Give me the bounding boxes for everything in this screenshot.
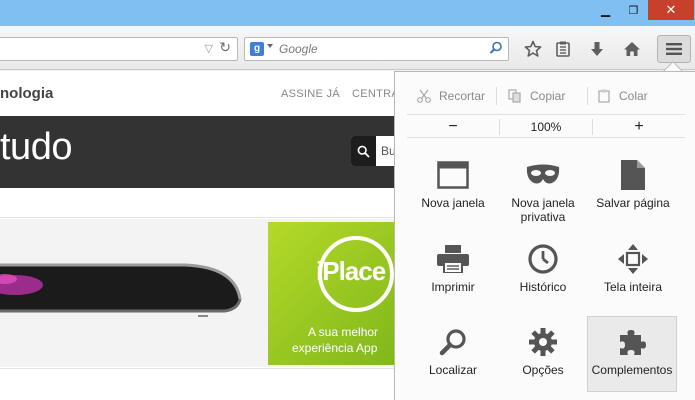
search-input[interactable]: Google bbox=[279, 42, 318, 56]
window-titlebar: ▁ ❐ ✕ bbox=[0, 0, 695, 26]
addons-label: Complementos bbox=[591, 363, 673, 377]
bookmark-star-icon[interactable] bbox=[521, 38, 545, 60]
zoom-in-button[interactable]: + bbox=[593, 115, 685, 139]
hamburger-icon bbox=[666, 43, 682, 55]
edit-controls: Recortar Copiar Colar bbox=[395, 82, 695, 110]
zoom-reset-button[interactable]: 100% bbox=[500, 115, 592, 139]
minimize-button[interactable]: ▁ bbox=[592, 0, 619, 20]
history-button[interactable]: Histórico bbox=[498, 234, 588, 310]
top-link-center[interactable]: CENTRA bbox=[352, 88, 399, 100]
find-button[interactable]: Localizar bbox=[408, 317, 498, 393]
puzzle-icon bbox=[620, 330, 646, 355]
private-mask-icon bbox=[526, 164, 560, 184]
url-bar[interactable]: ▽ ↻ bbox=[0, 37, 238, 61]
site-name[interactable]: nologia bbox=[0, 85, 53, 102]
copy-icon bbox=[508, 89, 521, 103]
top-link-subscribe[interactable]: ASSINE JÁ bbox=[281, 88, 340, 100]
site-search-icon[interactable] bbox=[351, 136, 376, 166]
restore-button[interactable]: ❐ bbox=[620, 0, 647, 20]
hamburger-menu-panel: Recortar Copiar Colar − 100% + Nova jane… bbox=[394, 71, 695, 400]
options-button[interactable]: Opções bbox=[498, 317, 588, 393]
new-private-window-label: Nova janela privativa bbox=[511, 196, 575, 224]
search-icon[interactable] bbox=[489, 41, 503, 60]
paste-button[interactable]: Colar bbox=[597, 82, 648, 110]
new-window-label: Nova janela bbox=[421, 196, 485, 210]
iplace-logo: iPlace bbox=[316, 256, 386, 286]
edit-separator bbox=[587, 87, 588, 105]
open-menu-button[interactable] bbox=[657, 35, 691, 63]
cut-button[interactable]: Recortar bbox=[417, 82, 485, 110]
cut-label: Recortar bbox=[439, 89, 486, 103]
history-label: Histórico bbox=[519, 280, 567, 294]
save-page-button[interactable]: Salvar página bbox=[588, 150, 678, 226]
print-button[interactable]: Imprimir bbox=[408, 234, 498, 310]
engine-dropdown-icon[interactable] bbox=[267, 44, 273, 48]
iplace-ad-banner[interactable]: iPlace A sua melhor experiência App bbox=[268, 222, 398, 365]
ad-tagline-2: experiência App bbox=[292, 341, 378, 355]
printer-icon bbox=[437, 245, 469, 273]
home-icon[interactable] bbox=[620, 38, 644, 60]
addons-button[interactable]: Complementos bbox=[587, 316, 677, 392]
navigation-toolbar: ▽ ↻ g Google bbox=[0, 26, 695, 70]
zoom-out-button[interactable]: − bbox=[407, 115, 499, 139]
zoom-controls: − 100% + bbox=[407, 114, 685, 138]
fullscreen-icon bbox=[618, 244, 648, 274]
downloads-icon[interactable] bbox=[585, 38, 609, 60]
fullscreen-button[interactable]: Tela inteira bbox=[588, 234, 678, 310]
site-brand[interactable]: tudo bbox=[0, 126, 72, 169]
copy-label: Copiar bbox=[530, 89, 566, 103]
find-label: Localizar bbox=[428, 363, 478, 377]
close-window-button[interactable]: ✕ bbox=[648, 0, 694, 20]
scissors-icon bbox=[417, 89, 431, 103]
new-window-button[interactable]: Nova janela bbox=[408, 150, 498, 226]
edit-separator bbox=[496, 87, 497, 105]
options-label: Opções bbox=[522, 363, 564, 377]
search-bar[interactable]: g Google bbox=[244, 37, 509, 61]
window-icon bbox=[437, 161, 469, 189]
iphone-image[interactable] bbox=[0, 249, 250, 329]
paste-label: Colar bbox=[619, 89, 648, 103]
save-page-label: Salvar página bbox=[596, 196, 670, 210]
find-icon bbox=[439, 329, 466, 356]
reload-icon[interactable]: ↻ bbox=[219, 40, 231, 56]
print-label: Imprimir bbox=[431, 280, 475, 294]
paste-icon bbox=[598, 89, 610, 103]
save-page-icon bbox=[621, 160, 645, 190]
google-engine-icon[interactable]: g bbox=[250, 42, 264, 56]
copy-button[interactable]: Copiar bbox=[508, 82, 565, 110]
ad-tagline-1: A sua melhor bbox=[308, 325, 379, 339]
bookmarks-list-icon[interactable] bbox=[551, 38, 575, 60]
history-clock-icon bbox=[528, 244, 558, 274]
new-private-window-button[interactable]: Nova janela privativa bbox=[498, 150, 588, 226]
url-history-dropdown-icon[interactable]: ▽ bbox=[205, 42, 213, 55]
fullscreen-label: Tela inteira bbox=[603, 280, 663, 294]
gear-icon bbox=[529, 328, 557, 356]
